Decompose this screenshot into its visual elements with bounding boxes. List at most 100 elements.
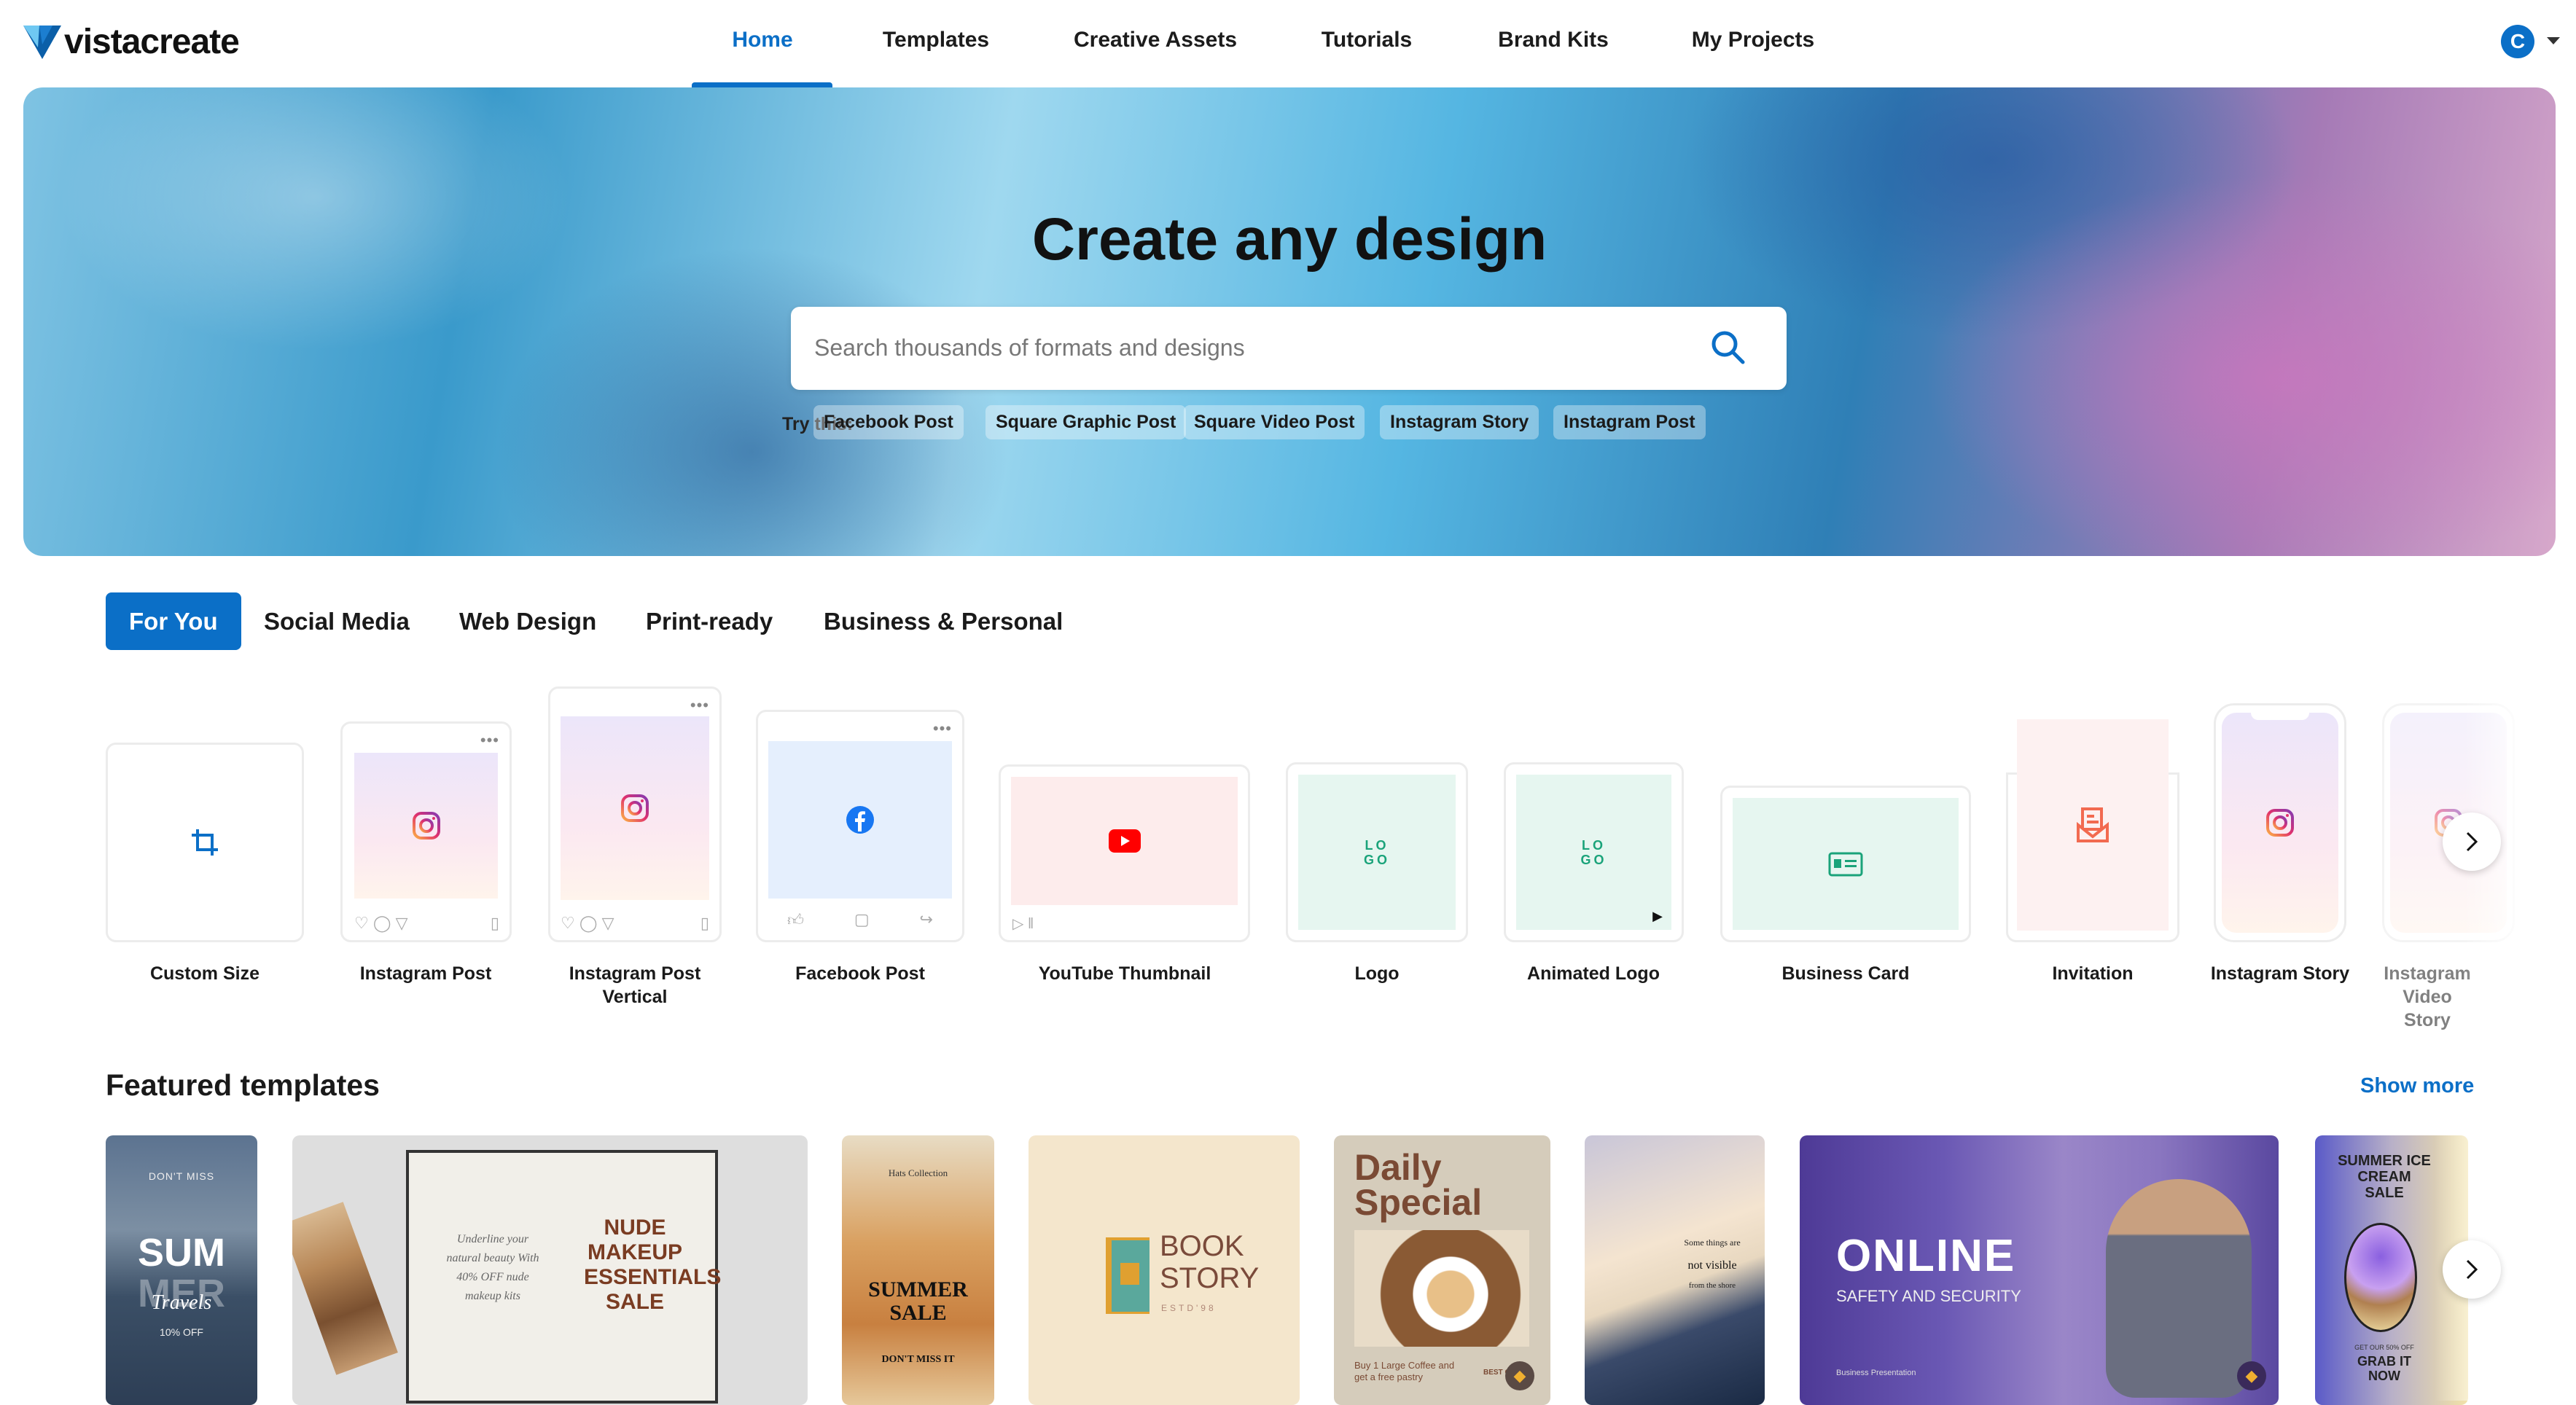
post-actions-icons: ♡ ◯ ▽ [354,914,408,932]
format-logo[interactable]: LO GO [1286,762,1468,942]
tab-print-ready[interactable]: Print-ready [622,592,796,650]
template-text: Buy 1 Large Coffee and get a free pastry [1354,1360,1455,1382]
template-card[interactable]: Underline your natural beauty With 40% O… [292,1135,808,1405]
format-youtube-thumbnail[interactable]: ▷ ‖ [999,764,1250,942]
template-text: DON'T MISS [148,1170,215,1182]
tab-web-design[interactable]: Web Design [436,592,620,650]
brand-name: vistacreate [64,23,240,61]
chevron-right-icon [2466,1259,2478,1280]
suggestion-chip[interactable]: Instagram Story [1380,405,1539,439]
avatar[interactable]: C [2501,25,2534,58]
more-icon: ••• [932,719,952,737]
nav-templates[interactable]: Templates [883,28,989,52]
template-text: ONLINE [1836,1231,2016,1281]
format-label: Instagram Video Story [2384,963,2471,1030]
template-text: SAFETY AND SECURITY [1836,1287,2021,1305]
template-text: DON'T MISS IT [881,1354,955,1365]
show-more-link[interactable]: Show more [2360,1074,2474,1098]
section-title: Featured templates [106,1068,380,1102]
nav-creative-assets[interactable]: Creative Assets [1074,28,1237,52]
format-label: YouTube Thumbnail [1038,963,1211,984]
template-card[interactable]: Daily Special Buy 1 Large Coffee and get… [1334,1135,1550,1405]
suggestion-chip[interactable]: Instagram Post [1553,405,1706,439]
template-text: from the shore [1688,1281,1736,1290]
search-icon[interactable] [1709,329,1747,367]
bookmark-icon: ▯ [700,914,709,932]
format-business-card[interactable] [1720,786,1971,942]
format-label: Animated Logo [1527,963,1660,984]
template-text: Underline your natural beauty With 40% O… [446,1233,539,1302]
logo[interactable]: vistacreate [23,22,240,62]
format-label: Instagram Post [359,963,492,984]
instagram-icon [412,812,440,840]
invitation-envelope [2017,719,2169,931]
template-card[interactable]: Some things are not visible from the sho… [1585,1135,1765,1405]
template-card[interactable]: BOOK STORY ESTD'98 [1029,1135,1300,1405]
envelope-icon [2077,807,2109,842]
template-card[interactable]: Hats Collection SUMMER SALE DON'T MISS I… [842,1135,994,1405]
tab-social-media[interactable]: Social Media [241,592,433,650]
format-custom-size[interactable] [106,743,304,942]
hero-banner: Create any design Search thousands of fo… [23,87,2556,556]
suggestion-chip[interactable]: Square Video Post [1184,405,1365,439]
formats-next-button[interactable] [2443,813,2501,871]
template-text: Daily Special [1354,1147,1483,1223]
nav-brand-kits[interactable]: Brand Kits [1498,28,1609,52]
nav-tutorials[interactable]: Tutorials [1322,28,1412,52]
crop-icon [192,829,218,856]
book-icon [1106,1237,1150,1314]
tab-for-you[interactable]: For You [106,592,241,650]
format-animated-logo[interactable]: LO GO ▶ [1504,762,1684,942]
search-input[interactable]: Search thousands of formats and designs [791,307,1787,390]
tab-business-personal[interactable]: Business & Personal [800,592,1086,650]
premium-badge-icon: ◆ [2237,1361,2266,1390]
templates-next-button[interactable] [2443,1240,2501,1299]
vistacreate-logo-icon [23,25,61,59]
format-facebook-post[interactable]: ••• 👍︎ ▢ ↪ [756,710,964,942]
eyeshadow-palette [292,1202,398,1375]
person-image [2106,1179,2252,1398]
template-card[interactable]: ONLINE SAFETY AND SECURITY Business Pres… [1800,1135,2279,1405]
id-card-icon [1828,852,1863,876]
format-label: Instagram Post Vertical [569,963,701,1007]
template-text: ESTD'98 [1161,1303,1217,1313]
youtube-icon [1108,829,1141,853]
post-actions-icons: ♡ ◯ ▽ [561,914,614,932]
template-text: GET OUR 50% OFF [2354,1344,2414,1351]
more-icon: ••• [480,731,499,749]
format-instagram-post[interactable]: ••• ♡ ◯ ▽ ▯ [340,721,512,942]
format-instagram-post-vertical[interactable]: ••• ♡ ◯ ▽ ▯ [548,686,722,942]
bookmark-icon: ▯ [490,914,499,932]
format-instagram-story[interactable] [2214,703,2346,942]
phone-notch [2251,711,2309,720]
more-icon: ••• [690,696,709,714]
nav-my-projects[interactable]: My Projects [1692,28,1814,52]
template-text: SUMMER ICE CREAM SALE [2338,1153,2431,1201]
chevron-right-icon [2466,831,2478,852]
video-controls-icons: ▷ ‖ [1012,916,1034,932]
search-placeholder: Search thousands of formats and designs [814,334,1245,361]
template-text: Hats Collection [888,1167,948,1178]
format-label: Facebook Post [795,963,925,984]
format-label: Custom Size [149,963,260,984]
template-text: Business Presentation [1836,1369,1916,1377]
format-label: Business Card [1781,963,1910,984]
template-text: NUDE MAKEUP ESSENTIALS SALE [584,1216,722,1314]
play-icon: ▶ [1652,909,1663,923]
instagram-icon [621,794,649,822]
suggestion-chip[interactable]: Facebook Post [813,405,964,439]
format-label: Invitation [2052,963,2134,984]
instagram-icon [2266,809,2294,837]
template-text: GRAB IT NOW [2357,1354,2411,1383]
facebook-icon [846,806,874,834]
format-label: Instagram Story [2210,963,2350,984]
premium-badge-icon: ◆ [1505,1361,1534,1390]
template-card[interactable]: DON'T MISS SUM MER Travels 10% OFF [106,1135,257,1405]
ice-cream-image [2344,1223,2417,1332]
suggestion-chip[interactable]: Square Graphic Post [985,405,1187,439]
chevron-down-icon[interactable] [2547,37,2560,46]
format-label: Logo [1354,963,1400,984]
template-text: BOOK STORY [1160,1230,1260,1294]
coffee-tray-image [1354,1230,1529,1347]
nav-home[interactable]: Home [732,28,792,52]
